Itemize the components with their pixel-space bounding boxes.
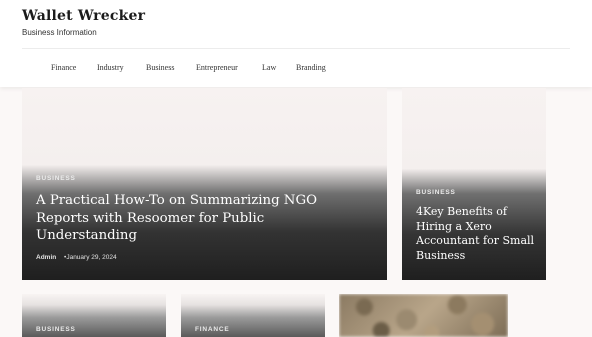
side-post-category[interactable]: BUSINESS — [416, 189, 456, 196]
featured-post-image — [22, 88, 387, 280]
nav-item-branding[interactable]: Branding — [296, 63, 326, 72]
nav-item-law[interactable]: Law — [262, 63, 276, 72]
side-post-card[interactable]: BUSINESS 4Key Benefits of Hiring a Xero … — [402, 88, 546, 280]
header-divider — [22, 48, 570, 49]
bottom-post-card-3[interactable] — [339, 294, 508, 337]
nav-item-finance[interactable]: Finance — [51, 63, 76, 72]
nav-item-entrepreneur[interactable]: Entrepreneur — [196, 63, 238, 72]
bottom-post-card-2[interactable]: FINANCE — [181, 294, 325, 337]
post-author[interactable]: Admin — [36, 254, 56, 261]
featured-post-title[interactable]: A Practical How-To on Summarizing NGO Re… — [36, 192, 356, 245]
nav-item-industry[interactable]: Industry — [97, 63, 124, 72]
bottom-post-category-1[interactable]: BUSINESS — [36, 326, 76, 333]
site-title[interactable]: Wallet Wrecker — [22, 8, 145, 24]
site-tagline: Business Information — [22, 28, 97, 37]
bottom-post-photo — [339, 294, 508, 337]
site-header: Wallet Wrecker Business Information Fina… — [0, 0, 592, 87]
side-post-title[interactable]: 4Key Benefits of Hiring a Xero Accountan… — [416, 205, 538, 263]
featured-post-card[interactable]: BUSINESS A Practical How-To on Summarizi… — [22, 88, 387, 280]
post-date: January 29, 2024 — [66, 254, 117, 261]
bottom-post-card-1[interactable]: BUSINESS — [22, 294, 166, 337]
featured-post-category[interactable]: BUSINESS — [36, 175, 76, 182]
featured-post-meta: Admin •January 29, 2024 — [36, 254, 117, 261]
nav-item-business[interactable]: Business — [146, 63, 174, 72]
bottom-post-category-2[interactable]: FINANCE — [195, 326, 230, 333]
